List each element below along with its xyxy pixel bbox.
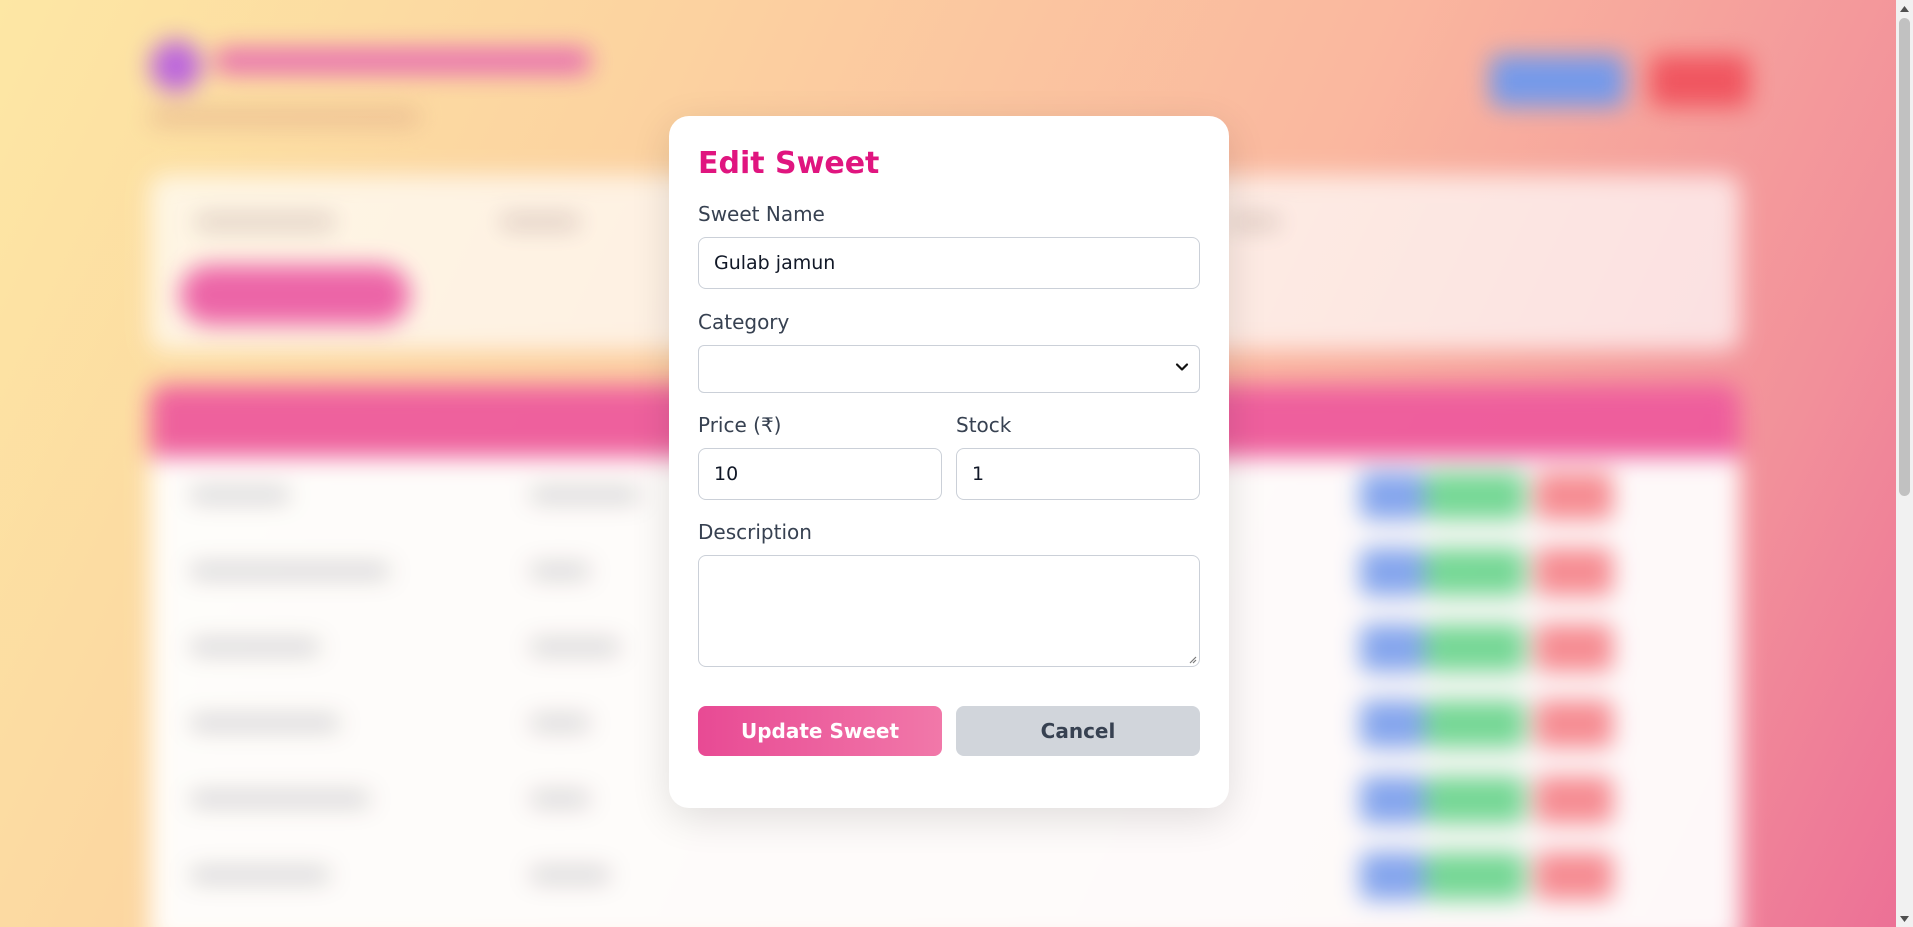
page: Edit Sweet Sweet Name Category Price (₹)… (0, 0, 1913, 927)
category-group: Category (698, 310, 1200, 393)
filter-text-blurred (500, 215, 580, 229)
filter-text-blurred (1230, 215, 1280, 229)
logout-button-blurred (1650, 55, 1750, 107)
filter-text-blurred (195, 215, 335, 229)
stock-label: Stock (956, 413, 1012, 437)
price-group: Price (₹) (698, 413, 942, 500)
vertical-scrollbar[interactable] (1896, 0, 1913, 927)
description-label: Description (698, 520, 812, 544)
stock-group: Stock (956, 413, 1200, 500)
category-select[interactable] (698, 345, 1200, 393)
header-button-blurred (1490, 55, 1625, 107)
cancel-button[interactable]: Cancel (956, 706, 1200, 756)
scroll-down-arrow-icon[interactable] (1896, 910, 1913, 927)
description-group: Description (698, 520, 1200, 667)
scrollbar-thumb[interactable] (1899, 18, 1910, 496)
sweet-name-group: Sweet Name (698, 202, 1200, 289)
edit-sweet-modal: Edit Sweet Sweet Name Category Price (₹)… (669, 116, 1229, 808)
filter-button-blurred (180, 265, 410, 325)
app-subtitle-blurred (150, 110, 420, 124)
description-textarea[interactable] (698, 555, 1200, 667)
resize-grip-icon[interactable] (1187, 654, 1197, 664)
modal-actions: Update Sweet Cancel (698, 706, 1200, 756)
price-label: Price (₹) (698, 413, 782, 437)
app-title-blurred (215, 48, 590, 74)
sweet-name-input[interactable] (698, 237, 1200, 289)
modal-title: Edit Sweet (698, 146, 880, 181)
price-stock-row: Price (₹) Stock (698, 413, 1200, 500)
update-sweet-button[interactable]: Update Sweet (698, 706, 942, 756)
sweet-name-label: Sweet Name (698, 202, 825, 226)
price-input[interactable] (698, 448, 942, 500)
category-label: Category (698, 310, 790, 334)
app-logo (150, 40, 202, 92)
stock-input[interactable] (956, 448, 1200, 500)
chevron-down-icon (1175, 363, 1189, 371)
scroll-up-arrow-icon[interactable] (1896, 0, 1913, 17)
table-row (150, 840, 1740, 916)
